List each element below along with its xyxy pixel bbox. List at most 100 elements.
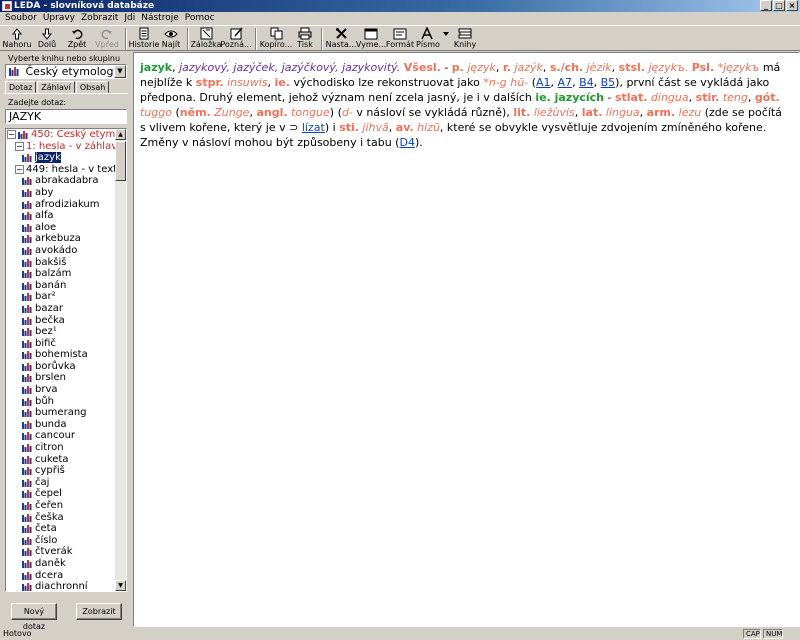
tree-item-label: bohemista (35, 349, 88, 361)
menu-soubor[interactable]: Soubor (3, 13, 41, 24)
menu-upravy[interactable]: Úpravy (41, 13, 79, 24)
tree-item[interactable]: alfa (6, 210, 116, 222)
tree-item[interactable]: diachronní (6, 581, 116, 591)
tree-item[interactable]: citron (6, 442, 116, 454)
tree-item[interactable]: daněk (6, 558, 116, 570)
toolbar-vymezeni-button[interactable]: Vyme... (356, 26, 386, 49)
tree-item[interactable]: bazar (6, 303, 116, 315)
tree-item-label: alfa (35, 210, 54, 222)
tree-item-label: afrodiziakum (35, 198, 100, 210)
tree-item[interactable]: borůvka (6, 361, 116, 373)
toolbar-pismo-dropdown[interactable] (442, 26, 450, 40)
tree-item[interactable]: cuketa (6, 454, 116, 466)
toolbar-tisk-button[interactable]: Tisk (292, 26, 318, 49)
toolbar: Nahoru Dolů Zpět Vpřed Historie Najít Zá… (0, 25, 800, 51)
collapse-icon[interactable]: − (15, 141, 24, 151)
collapse-icon[interactable]: − (7, 130, 16, 139)
tree-item[interactable]: bar² (6, 291, 116, 303)
tree-item[interactable]: čaj (6, 477, 116, 489)
ref-link[interactable]: A7 (558, 76, 573, 89)
tree-item[interactable]: brva (6, 384, 116, 396)
tree-scrollbar[interactable]: ▲ ▼ (115, 129, 126, 591)
chevron-down-icon[interactable]: ▼ (114, 65, 126, 78)
menu-jdi[interactable]: Jdi (122, 13, 139, 24)
tree-group-header[interactable]: −1: hesla - v záhlaví (6, 141, 120, 153)
toolbar-format-button[interactable]: Formát (386, 26, 414, 49)
tree-item[interactable]: bunda (6, 419, 116, 431)
tree-item-label: cuketa (35, 453, 69, 465)
tree-item[interactable]: banán (6, 280, 116, 292)
menu-zobrazit[interactable]: Zobrazit (79, 13, 122, 24)
tree-item[interactable]: balzám (6, 268, 116, 280)
toolbar-najit-button[interactable]: Najít (158, 26, 184, 49)
tree-item[interactable]: abrakadabra (6, 175, 116, 187)
tree-item-label: bifič (35, 337, 56, 349)
tree-item[interactable]: četa (6, 523, 116, 535)
font-icon (420, 27, 436, 40)
tree-item[interactable]: bez¹ (6, 326, 116, 338)
tree-item[interactable]: bumerang (6, 407, 116, 419)
ref-link[interactable]: A1 (536, 76, 551, 89)
toolbar-knihy-button[interactable]: Knihy (450, 26, 480, 49)
scroll-down-icon[interactable]: ▼ (115, 580, 126, 591)
tree-item[interactable]: bohemista (6, 349, 116, 361)
tree-item[interactable]: bečka (6, 315, 116, 327)
tab-dotaz[interactable]: Dotaz (5, 81, 37, 93)
tree-item[interactable]: čeřen (6, 500, 116, 512)
toolbar-nastaveni-button[interactable]: Nasta... (326, 26, 356, 49)
toolbar-poznamka-button[interactable]: Pozná... (220, 26, 252, 49)
tree-item[interactable]: číslo (6, 535, 116, 547)
tree-item[interactable]: aloe (6, 222, 116, 234)
tree-item-label: dcera (35, 569, 64, 581)
tree-item[interactable]: cancour (6, 430, 116, 442)
toolbar-dolu-button[interactable]: Dolů (32, 26, 62, 49)
query-input[interactable]: JAZYK (5, 109, 127, 124)
status-bar: Hotovo CAP NUM (0, 628, 800, 640)
tree-root[interactable]: −450: Český etymo (6, 129, 121, 141)
new-query-button[interactable]: Nový dotaz (11, 603, 57, 631)
toolbar-vpred-button[interactable]: Vpřed (92, 26, 122, 49)
tree-item[interactable]: aby (6, 187, 116, 199)
toolbar-zalozka-button[interactable]: Záložka (190, 26, 222, 49)
toolbar-zpet-button[interactable]: Zpět (62, 26, 92, 49)
caps-indicator: CAP (743, 629, 761, 639)
tab-obsah[interactable]: Obsah (75, 81, 110, 93)
tree-item[interactable]: čepel (6, 488, 116, 500)
eye-icon (163, 27, 179, 40)
toolbar-nahoru-button[interactable]: Nahoru (2, 26, 32, 49)
close-button[interactable]: × (786, 0, 798, 11)
scroll-up-icon[interactable]: ▲ (115, 129, 126, 140)
tree-item-label: bakšiš (35, 256, 67, 268)
tab-zahlavi[interactable]: Záhlaví (37, 81, 75, 93)
tree-item[interactable]: cypřiš (6, 465, 116, 477)
scroll-thumb[interactable] (115, 141, 126, 181)
tree-item-selected[interactable]: jazyk (6, 152, 116, 164)
toolbar-kopirovat-button[interactable]: Kopíro... (260, 26, 292, 49)
tree-item[interactable]: avokádo (6, 245, 116, 257)
menu-nastroje[interactable]: Nástroje (139, 13, 183, 24)
tree-item[interactable]: češka (6, 512, 116, 524)
menu-pomoc[interactable]: Pomoc (183, 13, 219, 24)
tree-item[interactable]: bakšiš (6, 257, 116, 269)
tree-item[interactable]: afrodiziakum (6, 199, 116, 211)
toolbar-separator (125, 28, 127, 50)
minimize-button[interactable]: _ (760, 0, 772, 11)
ref-link[interactable]: B4 (579, 76, 594, 89)
tree-group-text[interactable]: −449: hesla - v textu (6, 164, 123, 176)
show-button[interactable]: Zobrazit (76, 603, 122, 620)
ref-link-lizat[interactable]: lízat (302, 121, 325, 134)
tree-item[interactable]: dcera (6, 570, 116, 582)
tree-item-label: banán (35, 279, 67, 291)
tree-item[interactable]: bůh (6, 396, 116, 408)
tree-item[interactable]: brslen (6, 372, 116, 384)
toolbar-historie-button[interactable]: Historie (129, 26, 159, 49)
tree-item[interactable]: arkebuza (6, 233, 116, 245)
book-select[interactable]: Český etymologický ▼ (5, 64, 127, 79)
maximize-button[interactable]: □ (773, 0, 785, 11)
tree-item[interactable]: bifič (6, 338, 116, 350)
ref-link[interactable]: B5 (601, 76, 616, 89)
ref-link[interactable]: D4 (399, 136, 414, 149)
tree-item[interactable]: čtverák (6, 546, 116, 558)
collapse-icon[interactable]: − (15, 164, 24, 174)
entry-content: jazyk, jazykový, jazýček, jazýčkový, jaz… (133, 52, 800, 627)
